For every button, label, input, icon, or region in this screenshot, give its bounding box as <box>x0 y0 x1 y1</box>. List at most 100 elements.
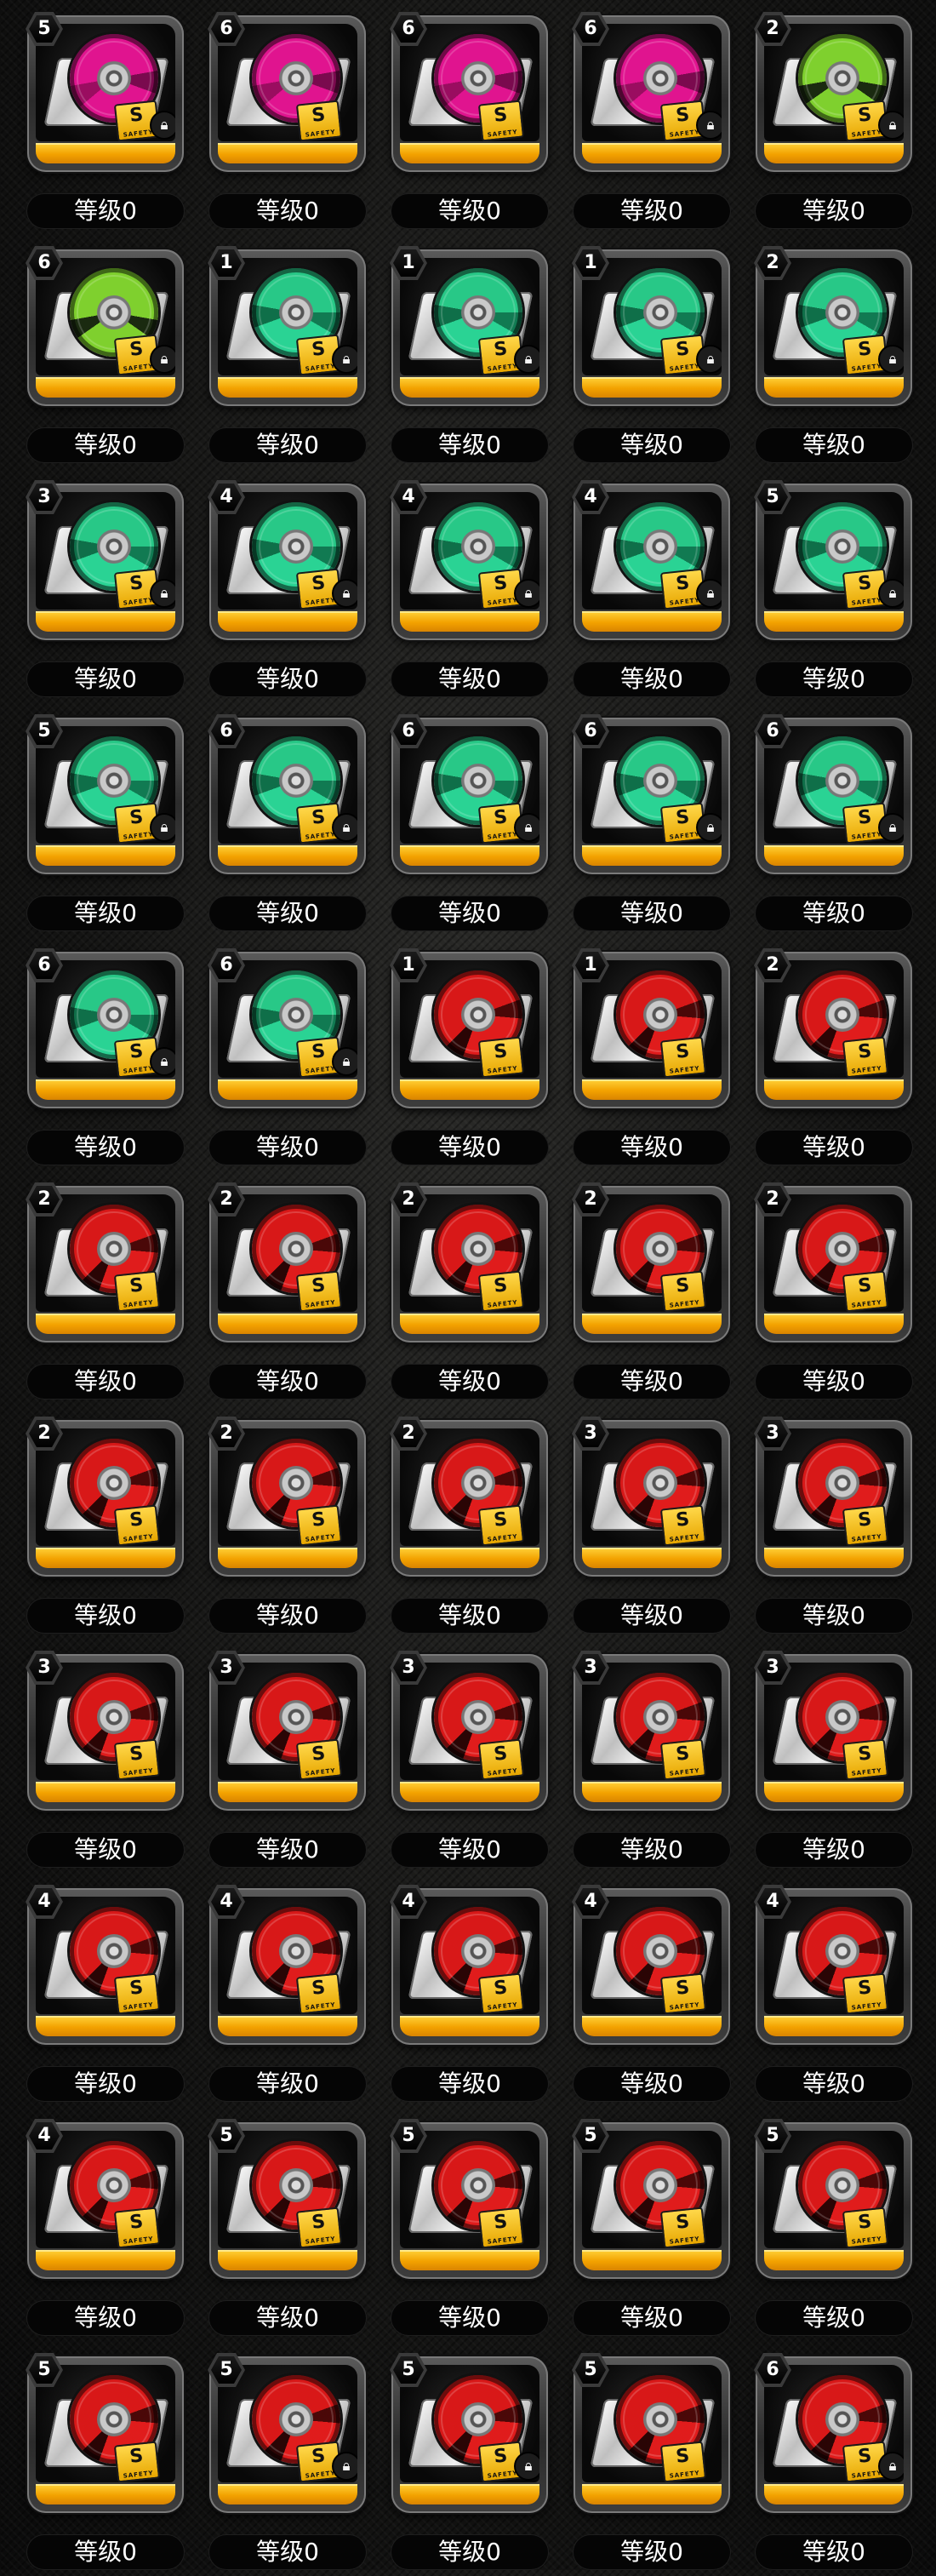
disc-item[interactable]: S SAFETY 2 等级0 <box>572 1182 730 1405</box>
disc-item[interactable]: S SAFETY 🔒︎ 3 等级0 <box>26 480 184 703</box>
disc-item[interactable]: S SAFETY 3 等级0 <box>572 1417 730 1640</box>
disc-card[interactable]: S SAFETY 4 <box>26 1885 184 2045</box>
disc-item[interactable]: S SAFETY 1 等级0 <box>390 948 548 1171</box>
disc-card[interactable]: S SAFETY 🔒︎ 6 <box>26 246 184 406</box>
disc-card[interactable]: S SAFETY 6 <box>390 12 548 172</box>
disc-item[interactable]: S SAFETY 6 等级0 <box>390 12 548 235</box>
disc-item[interactable]: S SAFETY 🔒︎ 5 等级0 <box>208 2353 366 2576</box>
disc-item[interactable]: S SAFETY 2 等级0 <box>208 1182 366 1405</box>
disc-card[interactable]: S SAFETY 5 <box>572 2353 730 2513</box>
disc-card[interactable]: S SAFETY 3 <box>208 1651 366 1811</box>
disc-item[interactable]: S SAFETY 🔒︎ 6 等级0 <box>26 246 184 469</box>
disc-item[interactable]: S SAFETY 🔒︎ 1 等级0 <box>572 246 730 469</box>
disc-card[interactable]: S SAFETY 4 <box>754 1885 912 2045</box>
disc-item[interactable]: S SAFETY 4 等级0 <box>754 1885 912 2108</box>
disc-card[interactable]: S SAFETY 🔒︎ 5 <box>208 2353 366 2513</box>
disc-card[interactable]: S SAFETY 3 <box>390 1651 548 1811</box>
disc-item[interactable]: S SAFETY 🔒︎ 1 等级0 <box>208 246 366 469</box>
disc-card[interactable]: S SAFETY 🔒︎ 6 <box>572 12 730 172</box>
disc-item[interactable]: S SAFETY 4 等级0 <box>26 1885 184 2108</box>
disc-item[interactable]: S SAFETY 3 等级0 <box>572 1651 730 1874</box>
disc-item[interactable]: S SAFETY 3 等级0 <box>208 1651 366 1874</box>
disc-item[interactable]: S SAFETY 🔒︎ 6 等级0 <box>572 714 730 937</box>
disc-card[interactable]: S SAFETY 🔒︎ 4 <box>208 480 366 640</box>
disc-item[interactable]: S SAFETY 5 等级0 <box>208 2119 366 2342</box>
disc-item[interactable]: S SAFETY 2 等级0 <box>754 948 912 1171</box>
disc-item[interactable]: S SAFETY 🔒︎ 4 等级0 <box>572 480 730 703</box>
disc-card[interactable]: S SAFETY 🔒︎ 5 <box>754 480 912 640</box>
disc-card[interactable]: S SAFETY 🔒︎ 4 <box>390 480 548 640</box>
disc-card[interactable]: S SAFETY 🔒︎ 3 <box>26 480 184 640</box>
disc-card[interactable]: S SAFETY 🔒︎ 6 <box>572 714 730 874</box>
disc-item[interactable]: S SAFETY 🔒︎ 6 等级0 <box>390 714 548 937</box>
disc-card[interactable]: S SAFETY 🔒︎ 1 <box>208 246 366 406</box>
disc-card[interactable]: S SAFETY 1 <box>572 948 730 1108</box>
disc-card[interactable]: S SAFETY 3 <box>754 1651 912 1811</box>
disc-item[interactable]: S SAFETY 🔒︎ 6 等级0 <box>754 2353 912 2576</box>
disc-item[interactable]: S SAFETY 6 等级0 <box>208 12 366 235</box>
disc-item[interactable]: S SAFETY 3 等级0 <box>754 1417 912 1640</box>
disc-card[interactable]: S SAFETY 2 <box>26 1182 184 1342</box>
disc-item[interactable]: S SAFETY 2 等级0 <box>754 1182 912 1405</box>
disc-item[interactable]: S SAFETY 3 等级0 <box>754 1651 912 1874</box>
disc-card[interactable]: S SAFETY 2 <box>26 1417 184 1577</box>
disc-card[interactable]: S SAFETY 3 <box>26 1651 184 1811</box>
disc-card[interactable]: S SAFETY 🔒︎ 5 <box>390 2353 548 2513</box>
disc-item[interactable]: S SAFETY 🔒︎ 2 等级0 <box>754 12 912 235</box>
disc-item[interactable]: S SAFETY 2 等级0 <box>208 1417 366 1640</box>
disc-card[interactable]: S SAFETY 4 <box>572 1885 730 2045</box>
disc-item[interactable]: S SAFETY 3 等级0 <box>26 1651 184 1874</box>
disc-item[interactable]: S SAFETY 5 等级0 <box>572 2353 730 2576</box>
disc-card[interactable]: S SAFETY 2 <box>754 948 912 1108</box>
disc-card[interactable]: S SAFETY 3 <box>572 1651 730 1811</box>
disc-item[interactable]: S SAFETY 5 等级0 <box>572 2119 730 2342</box>
disc-item[interactable]: S SAFETY 5 等级0 <box>26 2353 184 2576</box>
disc-item[interactable]: S SAFETY 🔒︎ 4 等级0 <box>390 480 548 703</box>
disc-item[interactable]: S SAFETY 🔒︎ 6 等级0 <box>208 948 366 1171</box>
disc-item[interactable]: S SAFETY 🔒︎ 6 等级0 <box>572 12 730 235</box>
disc-card[interactable]: S SAFETY 🔒︎ 6 <box>26 948 184 1108</box>
disc-item[interactable]: S SAFETY 🔒︎ 6 等级0 <box>208 714 366 937</box>
disc-card[interactable]: S SAFETY 🔒︎ 6 <box>754 2353 912 2513</box>
disc-item[interactable]: S SAFETY 🔒︎ 6 等级0 <box>754 714 912 937</box>
disc-item[interactable]: S SAFETY 5 等级0 <box>390 2119 548 2342</box>
disc-card[interactable]: S SAFETY 4 <box>208 1885 366 2045</box>
disc-card[interactable]: S SAFETY 1 <box>390 948 548 1108</box>
disc-item[interactable]: S SAFETY 🔒︎ 5 等级0 <box>26 714 184 937</box>
disc-card[interactable]: S SAFETY 🔒︎ 5 <box>26 12 184 172</box>
disc-item[interactable]: S SAFETY 4 等级0 <box>572 1885 730 2108</box>
disc-card[interactable]: S SAFETY 2 <box>390 1182 548 1342</box>
disc-item[interactable]: S SAFETY 2 等级0 <box>390 1417 548 1640</box>
disc-item[interactable]: S SAFETY 🔒︎ 4 等级0 <box>208 480 366 703</box>
disc-card[interactable]: S SAFETY 5 <box>754 2119 912 2279</box>
disc-item[interactable]: S SAFETY 🔒︎ 6 等级0 <box>26 948 184 1171</box>
disc-item[interactable]: S SAFETY 5 等级0 <box>754 2119 912 2342</box>
disc-card[interactable]: S SAFETY 5 <box>572 2119 730 2279</box>
disc-card[interactable]: S SAFETY 5 <box>26 2353 184 2513</box>
disc-card[interactable]: S SAFETY 🔒︎ 1 <box>572 246 730 406</box>
disc-card[interactable]: S SAFETY 5 <box>390 2119 548 2279</box>
disc-card[interactable]: S SAFETY 🔒︎ 2 <box>754 12 912 172</box>
disc-card[interactable]: S SAFETY 2 <box>754 1182 912 1342</box>
disc-card[interactable]: S SAFETY 2 <box>208 1182 366 1342</box>
disc-card[interactable]: S SAFETY 2 <box>390 1417 548 1577</box>
disc-card[interactable]: S SAFETY 🔒︎ 6 <box>208 948 366 1108</box>
disc-item[interactable]: S SAFETY 🔒︎ 1 等级0 <box>390 246 548 469</box>
disc-card[interactable]: S SAFETY 3 <box>754 1417 912 1577</box>
disc-item[interactable]: S SAFETY 4 等级0 <box>208 1885 366 2108</box>
disc-item[interactable]: S SAFETY 2 等级0 <box>390 1182 548 1405</box>
disc-item[interactable]: S SAFETY 1 等级0 <box>572 948 730 1171</box>
disc-card[interactable]: S SAFETY 4 <box>390 1885 548 2045</box>
disc-item[interactable]: S SAFETY 4 等级0 <box>390 1885 548 2108</box>
disc-item[interactable]: S SAFETY 2 等级0 <box>26 1182 184 1405</box>
disc-card[interactable]: S SAFETY 🔒︎ 1 <box>390 246 548 406</box>
disc-card[interactable]: S SAFETY 🔒︎ 6 <box>390 714 548 874</box>
disc-card[interactable]: S SAFETY 🔒︎ 2 <box>754 246 912 406</box>
disc-item[interactable]: S SAFETY 🔒︎ 5 等级0 <box>754 480 912 703</box>
disc-card[interactable]: S SAFETY 🔒︎ 6 <box>754 714 912 874</box>
disc-card[interactable]: S SAFETY 2 <box>572 1182 730 1342</box>
disc-item[interactable]: S SAFETY 4 等级0 <box>26 2119 184 2342</box>
disc-card[interactable]: S SAFETY 3 <box>572 1417 730 1577</box>
disc-card[interactable]: S SAFETY 🔒︎ 5 <box>26 714 184 874</box>
disc-card[interactable]: S SAFETY 🔒︎ 4 <box>572 480 730 640</box>
